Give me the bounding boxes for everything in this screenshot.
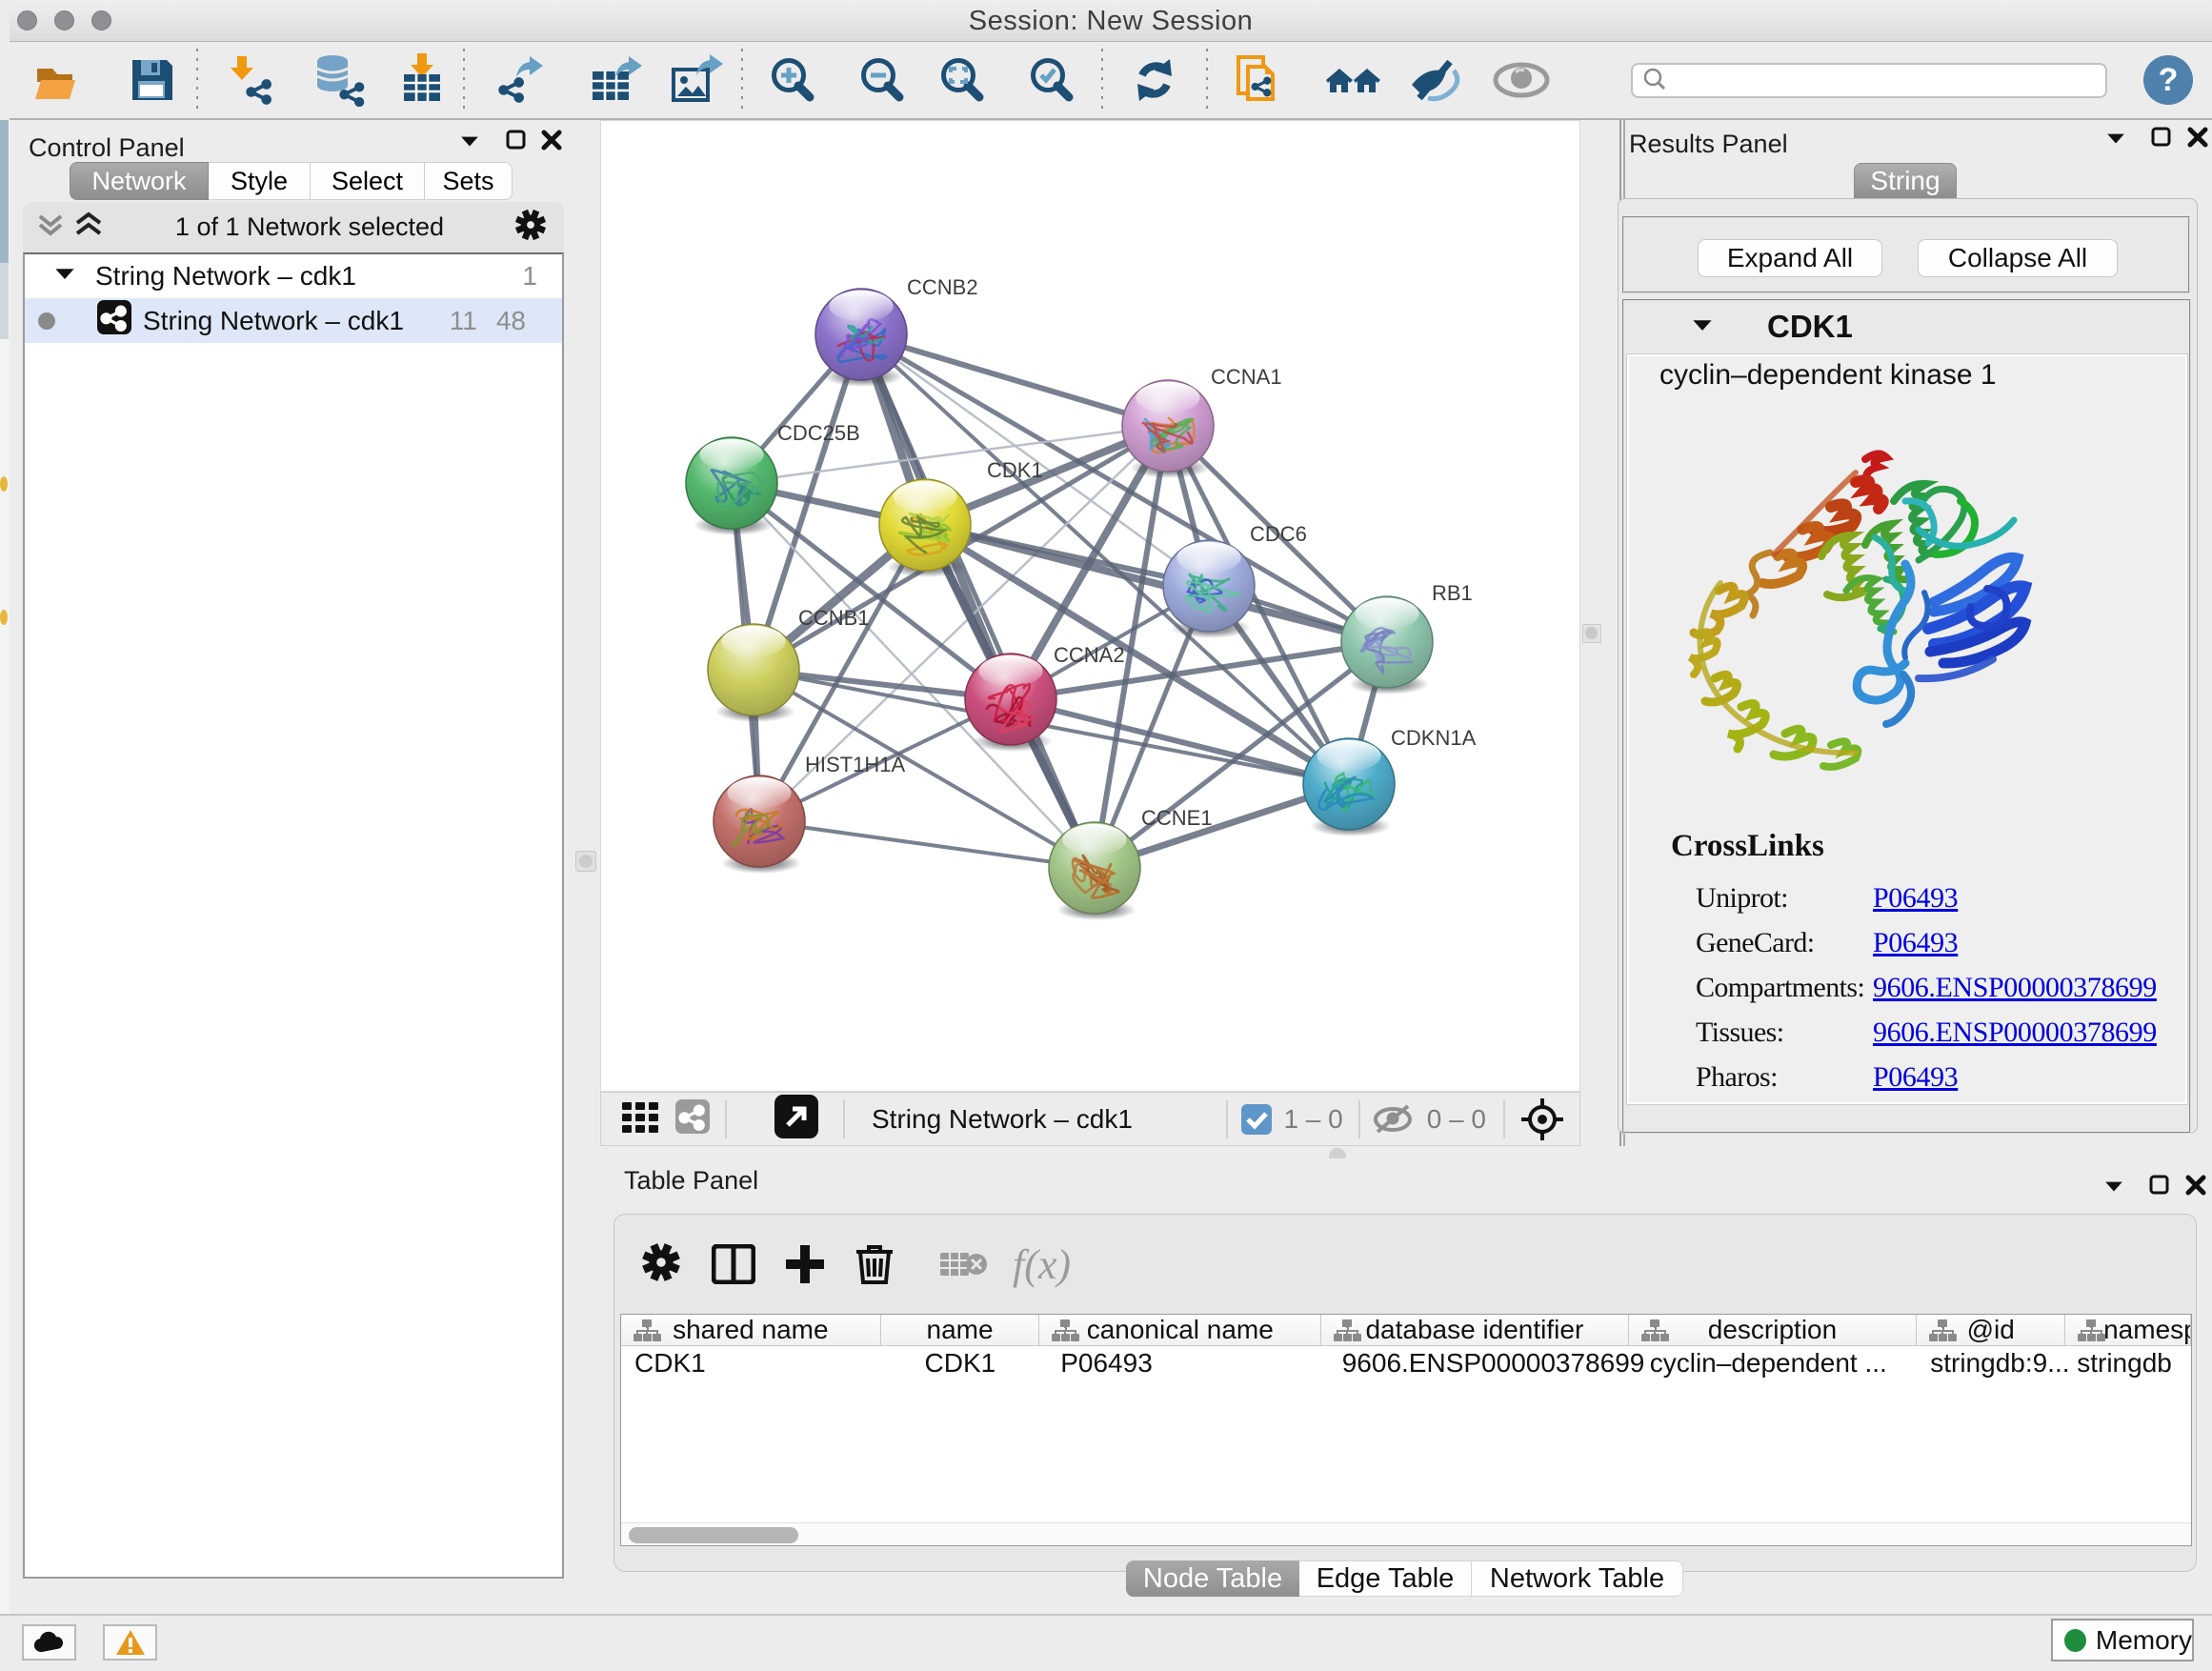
svg-text:RB1: RB1 <box>1432 581 1473 605</box>
svg-text:CCNA1: CCNA1 <box>1211 365 1282 389</box>
svg-text:CCNB1: CCNB1 <box>798 606 870 630</box>
svg-text:HIST1H1A: HIST1H1A <box>805 753 905 776</box>
svg-text:CDKN1A: CDKN1A <box>1391 726 1477 750</box>
svg-text:CCNA2: CCNA2 <box>1054 643 1125 667</box>
svg-text:CCNE1: CCNE1 <box>1141 806 1213 830</box>
svg-text:CDC25B: CDC25B <box>777 421 860 445</box>
svg-text:CDK1: CDK1 <box>987 458 1043 482</box>
svg-text:CDC6: CDC6 <box>1250 522 1307 546</box>
svg-text:CCNB2: CCNB2 <box>907 275 978 299</box>
